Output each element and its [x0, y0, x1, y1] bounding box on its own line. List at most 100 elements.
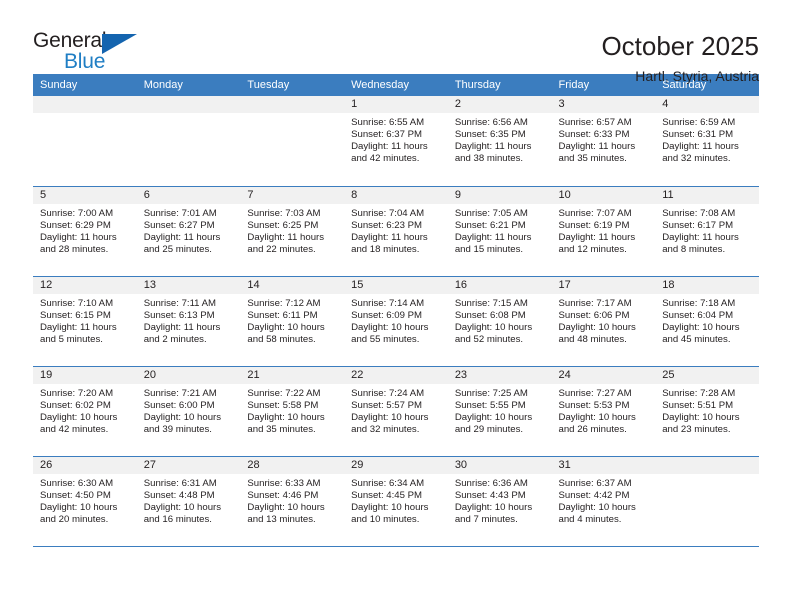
calendar-day-cell[interactable]: 26 Sunrise: 6:30 AM Sunset: 4:50 PM Dayligh…	[33, 456, 137, 547]
daylight-text: Daylight: 10 hours and 42 minutes.	[40, 411, 118, 435]
weekday-header-wednesday: Wednesday	[344, 74, 448, 96]
day-number: 12	[33, 276, 137, 294]
daylight-text: Daylight: 10 hours and 16 minutes.	[143, 501, 222, 525]
day-number: 30	[447, 456, 552, 474]
day-cell-inner: 27 Sunrise: 6:31 AM Sunset: 4:48 PM Dayligh…	[136, 456, 241, 546]
calendar-day-cell[interactable]: 6 Sunrise: 7:01 AM Sunset: 6:27 PM Daylight…	[136, 186, 241, 277]
day-sun-info: Sunrise: 6:30 AM Sunset: 4:50 PM Daylight:…	[33, 474, 137, 526]
sunset-text: Sunset: 5:57 PM	[351, 399, 423, 411]
calendar-day-cell[interactable]: 31 Sunrise: 6:37 AM Sunset: 4:42 PM Dayligh…	[551, 456, 656, 547]
sunset-text: Sunset: 4:48 PM	[143, 489, 215, 501]
sunrise-text: Sunrise: 7:20 AM	[40, 387, 114, 399]
daylight-text: Daylight: 10 hours and 58 minutes.	[247, 321, 325, 345]
calendar-day-cell[interactable]: 3 Sunrise: 6:57 AM Sunset: 6:33 PM Daylight…	[551, 96, 656, 187]
day-number: 15	[344, 276, 448, 294]
day-number: 14	[240, 276, 345, 294]
day-sun-info: Sunrise: 6:31 AM Sunset: 4:48 PM Daylight:…	[137, 474, 241, 526]
day-sun-info: Sunrise: 7:08 AM Sunset: 6:17 PM Daylight:…	[655, 204, 759, 256]
calendar-day-cell[interactable]: 16 Sunrise: 7:15 AM Sunset: 6:08 PM Dayligh…	[447, 276, 552, 367]
calendar-day-cell[interactable]: 4 Sunrise: 6:59 AM Sunset: 6:31 PM Daylight…	[655, 96, 759, 187]
calendar-day-cell[interactable]: 29 Sunrise: 6:34 AM Sunset: 4:45 PM Dayligh…	[344, 456, 448, 547]
daylight-text: Daylight: 10 hours and 32 minutes.	[351, 411, 429, 435]
calendar-day-cell[interactable]: 18 Sunrise: 7:18 AM Sunset: 6:04 PM Dayligh…	[655, 276, 759, 367]
day-sun-info: Sunrise: 7:05 AM Sunset: 6:21 PM Daylight:…	[448, 204, 552, 256]
daylight-text: Daylight: 11 hours and 2 minutes.	[143, 321, 221, 345]
sunrise-text: Sunrise: 7:00 AM	[40, 207, 114, 219]
day-cell-inner: 31 Sunrise: 6:37 AM Sunset: 4:42 PM Dayligh…	[551, 456, 656, 546]
sunrise-text: Sunrise: 7:11 AM	[143, 297, 217, 309]
calendar-week-row: 26 Sunrise: 6:30 AM Sunset: 4:50 PM Dayligh…	[33, 456, 759, 547]
calendar-day-cell[interactable]: 1 Sunrise: 6:55 AM Sunset: 6:37 PM Daylight…	[344, 96, 448, 187]
calendar-day-cell[interactable]: 23 Sunrise: 7:25 AM Sunset: 5:55 PM Dayligh…	[447, 366, 552, 457]
day-cell-inner: 13 Sunrise: 7:11 AM Sunset: 6:13 PM Dayligh…	[136, 276, 241, 366]
calendar-week-row: 12 Sunrise: 7:10 AM Sunset: 6:15 PM Dayligh…	[33, 276, 759, 367]
calendar-day-cell[interactable]: 11 Sunrise: 7:08 AM Sunset: 6:17 PM Dayligh…	[655, 186, 759, 277]
sunrise-text: Sunrise: 6:30 AM	[40, 477, 114, 489]
page-header: General Blue October 2025 Hartl, Styria,…	[0, 0, 792, 84]
calendar-day-cell[interactable]: 10 Sunrise: 7:07 AM Sunset: 6:19 PM Dayligh…	[551, 186, 656, 277]
calendar-day-cell[interactable]: 13 Sunrise: 7:11 AM Sunset: 6:13 PM Dayligh…	[136, 276, 241, 367]
sunset-text: Sunset: 4:43 PM	[454, 489, 526, 501]
calendar-day-cell[interactable]: 2 Sunrise: 6:56 AM Sunset: 6:35 PM Daylight…	[447, 96, 552, 187]
calendar-day-cell[interactable]: 20 Sunrise: 7:21 AM Sunset: 6:00 PM Dayligh…	[136, 366, 241, 457]
day-cell-inner: 24 Sunrise: 7:27 AM Sunset: 5:53 PM Dayligh…	[551, 366, 656, 456]
day-number: 20	[136, 366, 241, 384]
day-cell-inner: 9 Sunrise: 7:05 AM Sunset: 6:21 PM Daylight…	[447, 186, 552, 276]
sunrise-text: Sunrise: 6:37 AM	[558, 477, 632, 489]
day-cell-inner: 7 Sunrise: 7:03 AM Sunset: 6:25 PM Daylight…	[240, 186, 345, 276]
sunset-text: Sunset: 6:37 PM	[351, 129, 423, 141]
sunrise-text: Sunrise: 7:17 AM	[558, 297, 632, 309]
calendar-day-cell-empty	[136, 96, 241, 187]
calendar-week-row: 19 Sunrise: 7:20 AM Sunset: 6:02 PM Dayligh…	[33, 366, 759, 457]
day-cell-inner: 11 Sunrise: 7:08 AM Sunset: 6:17 PM Dayligh…	[655, 186, 759, 276]
calendar-day-cell[interactable]: 7 Sunrise: 7:03 AM Sunset: 6:25 PM Daylight…	[240, 186, 345, 277]
daylight-text: Daylight: 11 hours and 5 minutes.	[40, 321, 117, 345]
calendar-day-cell[interactable]: 28 Sunrise: 6:33 AM Sunset: 4:46 PM Dayligh…	[240, 456, 345, 547]
day-number: 4	[655, 96, 759, 113]
calendar-day-cell[interactable]: 12 Sunrise: 7:10 AM Sunset: 6:15 PM Dayligh…	[33, 276, 137, 367]
daylight-text: Daylight: 10 hours and 48 minutes.	[558, 321, 636, 345]
day-sun-info: Sunrise: 7:14 AM Sunset: 6:09 PM Daylight:…	[344, 294, 448, 346]
day-number: 22	[344, 366, 448, 384]
calendar-day-cell[interactable]: 27 Sunrise: 6:31 AM Sunset: 4:48 PM Dayligh…	[136, 456, 241, 547]
calendar-day-cell[interactable]: 15 Sunrise: 7:14 AM Sunset: 6:09 PM Dayligh…	[344, 276, 448, 367]
day-cell-inner	[33, 96, 137, 186]
day-number: 19	[33, 366, 137, 384]
daylight-text: Daylight: 10 hours and 26 minutes.	[558, 411, 636, 435]
calendar-day-cell[interactable]: 24 Sunrise: 7:27 AM Sunset: 5:53 PM Dayligh…	[551, 366, 656, 457]
daylight-text: Daylight: 11 hours and 25 minutes.	[143, 231, 221, 255]
calendar-day-cell[interactable]: 14 Sunrise: 7:12 AM Sunset: 6:11 PM Dayligh…	[240, 276, 345, 367]
general-blue-logo[interactable]: General Blue	[33, 30, 143, 76]
calendar-day-cell-empty	[655, 456, 759, 547]
day-number: 2	[447, 96, 552, 113]
calendar-day-cell[interactable]: 5 Sunrise: 7:00 AM Sunset: 6:29 PM Daylight…	[33, 186, 137, 277]
day-number: 23	[447, 366, 552, 384]
calendar-day-cell[interactable]: 9 Sunrise: 7:05 AM Sunset: 6:21 PM Daylight…	[447, 186, 552, 277]
calendar-day-cell[interactable]: 19 Sunrise: 7:20 AM Sunset: 6:02 PM Dayligh…	[33, 366, 137, 457]
sunset-text: Sunset: 6:35 PM	[454, 129, 526, 141]
calendar-day-cell[interactable]: 30 Sunrise: 6:36 AM Sunset: 4:43 PM Dayligh…	[447, 456, 552, 547]
daylight-text: Daylight: 10 hours and 7 minutes.	[454, 501, 533, 525]
day-number: 13	[136, 276, 241, 294]
day-sun-info: Sunrise: 7:21 AM Sunset: 6:00 PM Daylight:…	[137, 384, 241, 436]
day-cell-inner: 6 Sunrise: 7:01 AM Sunset: 6:27 PM Daylight…	[136, 186, 241, 276]
day-number: 9	[447, 186, 552, 204]
sunrise-text: Sunrise: 7:24 AM	[351, 387, 425, 399]
sunset-text: Sunset: 6:09 PM	[351, 309, 423, 321]
calendar-day-cell[interactable]: 25 Sunrise: 7:28 AM Sunset: 5:51 PM Dayligh…	[655, 366, 759, 457]
daylight-text: Daylight: 11 hours and 28 minutes.	[40, 231, 117, 255]
sunset-text: Sunset: 6:08 PM	[454, 309, 526, 321]
day-sun-info: Sunrise: 7:03 AM Sunset: 6:25 PM Daylight:…	[240, 204, 344, 256]
daylight-text: Daylight: 11 hours and 22 minutes.	[247, 231, 325, 255]
daylight-text: Daylight: 11 hours and 35 minutes.	[558, 141, 636, 165]
day-sun-info: Sunrise: 7:15 AM Sunset: 6:08 PM Daylight:…	[448, 294, 552, 346]
sunset-text: Sunset: 6:02 PM	[40, 399, 111, 411]
day-cell-inner	[240, 96, 345, 186]
weekday-header-thursday: Thursday	[447, 74, 552, 96]
calendar-day-cell[interactable]: 22 Sunrise: 7:24 AM Sunset: 5:57 PM Dayligh…	[344, 366, 448, 457]
day-sun-info: Sunrise: 7:11 AM Sunset: 6:13 PM Daylight:…	[137, 294, 241, 346]
sunset-text: Sunset: 4:45 PM	[351, 489, 423, 501]
calendar-day-cell[interactable]: 8 Sunrise: 7:04 AM Sunset: 6:23 PM Daylight…	[344, 186, 448, 277]
calendar-day-cell[interactable]: 17 Sunrise: 7:17 AM Sunset: 6:06 PM Dayligh…	[551, 276, 656, 367]
calendar-day-cell[interactable]: 21 Sunrise: 7:22 AM Sunset: 5:58 PM Dayligh…	[240, 366, 345, 457]
